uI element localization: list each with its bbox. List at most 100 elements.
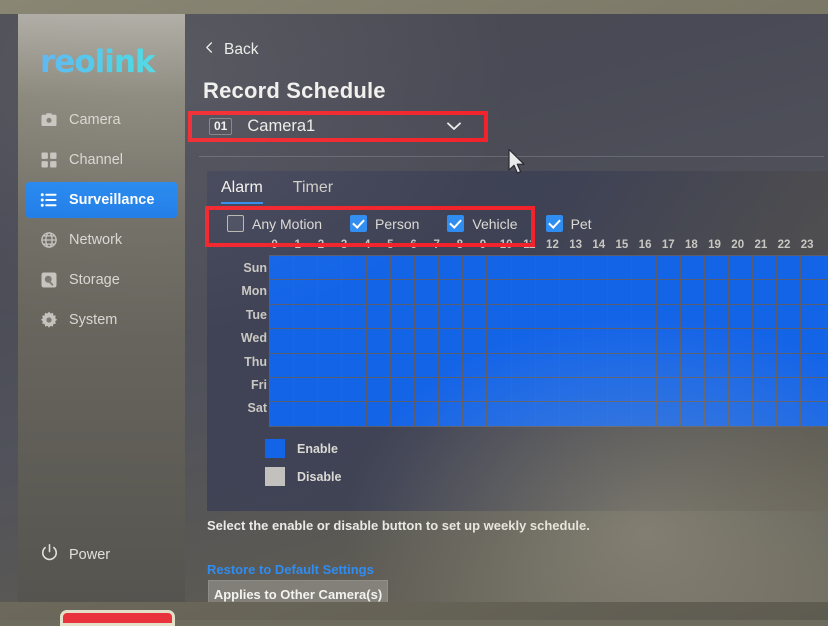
schedule-cell[interactable]	[512, 402, 535, 425]
schedule-cell[interactable]	[560, 354, 583, 377]
schedule-cell[interactable]	[681, 354, 704, 377]
schedule-cell[interactable]	[439, 329, 462, 352]
schedule-cell[interactable]	[294, 329, 317, 352]
schedule-cell[interactable]	[705, 256, 728, 279]
schedule-cell[interactable]	[294, 256, 317, 279]
schedule-cell[interactable]	[729, 402, 752, 425]
schedule-cell[interactable]	[753, 256, 776, 279]
schedule-cell[interactable]	[318, 402, 341, 425]
sidebar-item-network[interactable]: Network	[26, 222, 177, 258]
schedule-cell[interactable]	[632, 280, 655, 303]
schedule-cell[interactable]	[512, 329, 535, 352]
schedule-cell[interactable]	[560, 256, 583, 279]
schedule-cell[interactable]	[681, 256, 704, 279]
schedule-cell[interactable]	[608, 305, 631, 328]
schedule-cell[interactable]	[342, 354, 365, 377]
schedule-cell[interactable]	[512, 256, 535, 279]
schedule-cell[interactable]	[270, 378, 293, 401]
schedule-cell[interactable]	[318, 378, 341, 401]
schedule-cell[interactable]	[463, 280, 486, 303]
schedule-cell[interactable]	[729, 329, 752, 352]
checkbox-vehicle[interactable]: Vehicle	[447, 215, 517, 232]
schedule-cell[interactable]	[777, 378, 800, 401]
schedule-cell[interactable]	[777, 402, 800, 425]
schedule-cell[interactable]	[342, 402, 365, 425]
schedule-cell[interactable]	[777, 329, 800, 352]
schedule-cell[interactable]	[439, 305, 462, 328]
schedule-cell[interactable]	[729, 256, 752, 279]
apply-to-other-cameras-button[interactable]: Applies to Other Camera(s)	[208, 580, 388, 602]
schedule-cell[interactable]	[560, 280, 583, 303]
schedule-cell[interactable]	[536, 402, 559, 425]
schedule-cell[interactable]	[608, 280, 631, 303]
schedule-cell[interactable]	[705, 329, 728, 352]
schedule-cell[interactable]	[753, 402, 776, 425]
schedule-cell[interactable]	[318, 329, 341, 352]
schedule-cell[interactable]	[560, 329, 583, 352]
schedule-cell[interactable]	[294, 280, 317, 303]
schedule-cell[interactable]	[657, 378, 680, 401]
schedule-cell[interactable]	[391, 256, 414, 279]
sidebar-item-channel[interactable]: Channel	[26, 142, 177, 178]
schedule-cell[interactable]	[729, 305, 752, 328]
schedule-cell[interactable]	[415, 402, 438, 425]
schedule-cell[interactable]	[705, 402, 728, 425]
schedule-cell[interactable]	[536, 280, 559, 303]
schedule-cell[interactable]	[367, 305, 390, 328]
schedule-cell[interactable]	[439, 402, 462, 425]
schedule-cell[interactable]	[512, 305, 535, 328]
schedule-cell[interactable]	[318, 280, 341, 303]
schedule-cell[interactable]	[753, 329, 776, 352]
schedule-cell[interactable]	[753, 354, 776, 377]
schedule-cell[interactable]	[342, 305, 365, 328]
schedule-cell[interactable]	[536, 256, 559, 279]
schedule-cell[interactable]	[560, 305, 583, 328]
schedule-grid[interactable]	[269, 255, 828, 427]
schedule-cell[interactable]	[657, 329, 680, 352]
schedule-cell[interactable]	[608, 256, 631, 279]
schedule-cell[interactable]	[487, 329, 510, 352]
schedule-cell[interactable]	[801, 256, 824, 279]
schedule-cell[interactable]	[439, 354, 462, 377]
schedule-cell[interactable]	[415, 329, 438, 352]
schedule-cell[interactable]	[632, 378, 655, 401]
schedule-cell[interactable]	[729, 378, 752, 401]
schedule-cell[interactable]	[415, 280, 438, 303]
schedule-cell[interactable]	[391, 305, 414, 328]
schedule-cell[interactable]	[632, 354, 655, 377]
schedule-cell[interactable]	[415, 305, 438, 328]
schedule-cell[interactable]	[487, 378, 510, 401]
schedule-cell[interactable]	[294, 402, 317, 425]
schedule-cell[interactable]	[294, 354, 317, 377]
schedule-cell[interactable]	[657, 402, 680, 425]
schedule-cell[interactable]	[801, 280, 824, 303]
schedule-cell[interactable]	[342, 329, 365, 352]
checkbox-person[interactable]: Person	[350, 215, 419, 232]
schedule-cell[interactable]	[391, 329, 414, 352]
schedule-cell[interactable]	[270, 402, 293, 425]
back-button[interactable]: Back	[203, 41, 258, 59]
checkbox-pet[interactable]: Pet	[546, 215, 592, 232]
schedule-cell[interactable]	[487, 354, 510, 377]
schedule-cell[interactable]	[415, 256, 438, 279]
schedule-cell[interactable]	[801, 305, 824, 328]
schedule-cell[interactable]	[705, 305, 728, 328]
schedule-cell[interactable]	[753, 305, 776, 328]
schedule-cell[interactable]	[657, 256, 680, 279]
schedule-cell[interactable]	[681, 402, 704, 425]
sidebar-item-surveillance[interactable]: Surveillance	[26, 182, 177, 218]
schedule-cell[interactable]	[777, 354, 800, 377]
schedule-cell[interactable]	[584, 354, 607, 377]
sidebar-item-storage[interactable]: Storage	[26, 262, 177, 298]
schedule-cell[interactable]	[657, 305, 680, 328]
schedule-cell[interactable]	[681, 305, 704, 328]
schedule-cell[interactable]	[729, 280, 752, 303]
checkbox-any-motion[interactable]: Any Motion	[227, 215, 322, 232]
schedule-cell[interactable]	[657, 354, 680, 377]
schedule-cell[interactable]	[463, 256, 486, 279]
schedule-cell[interactable]	[294, 305, 317, 328]
schedule-cell[interactable]	[270, 280, 293, 303]
schedule-cell[interactable]	[463, 378, 486, 401]
schedule-cell[interactable]	[681, 378, 704, 401]
schedule-cell[interactable]	[463, 402, 486, 425]
